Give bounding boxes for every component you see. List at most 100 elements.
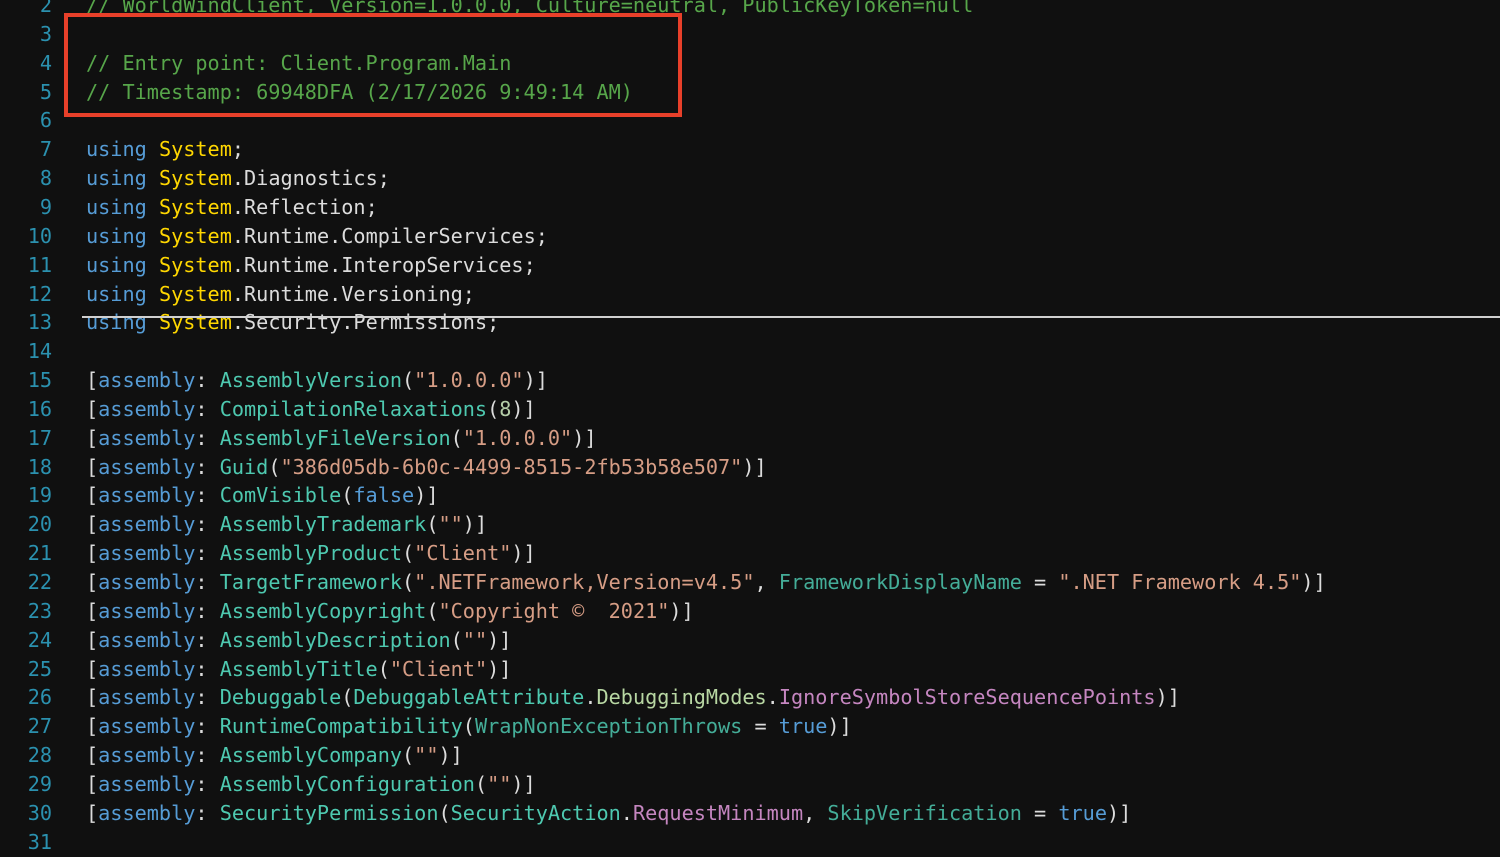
code-token: using [86, 310, 147, 335]
code-token: AssemblyConfiguration [219, 771, 475, 796]
code-token: = [1021, 570, 1059, 594]
code-token: using [86, 194, 147, 219]
code-line[interactable]: 28 [assembly: AssemblyCompany("")] [0, 741, 1500, 770]
code-token: assembly [98, 541, 196, 566]
code-line[interactable]: 10 using System.Runtime.CompilerServices; [0, 222, 1500, 251]
code-text: using System.Reflection; [86, 193, 378, 222]
code-token: SecurityPermission [219, 800, 439, 825]
line-number: 22 [27, 570, 52, 594]
code-token: using [86, 281, 147, 306]
code-token: : [195, 454, 220, 479]
line-number: 18 [27, 454, 52, 479]
code-token: .Diagnostics; [231, 166, 390, 191]
line-number: 20 [27, 512, 52, 537]
code-line[interactable]: 29 [assembly: AssemblyConfiguration("")] [0, 770, 1500, 799]
code-token: : [195, 627, 220, 652]
code-token: : [195, 368, 220, 393]
code-text: [assembly: SecurityPermission(SecurityAc… [86, 799, 1131, 828]
code-token: [ [86, 454, 99, 479]
code-line[interactable]: 15 [assembly: AssemblyVersion("1.0.0.0")] [0, 366, 1500, 395]
line-number: 16 [27, 396, 52, 421]
code-token: )] [523, 368, 548, 393]
code-token: FrameworkDisplayName [778, 570, 1022, 594]
code-text: [assembly: AssemblyCopyright("Copyright … [86, 597, 694, 626]
line-number: 14 [27, 339, 52, 364]
code-line[interactable]: 25 [assembly: AssemblyTitle("Client")] [0, 655, 1500, 684]
code-token: AssemblyFileVersion [219, 425, 451, 450]
code-token: ( [426, 512, 439, 537]
code-line[interactable]: 17 [assembly: AssemblyFileVersion("1.0.0.… [0, 424, 1500, 453]
line-number: 24 [27, 627, 52, 652]
code-token: IgnoreSymbolStoreSequencePoints [778, 685, 1156, 710]
code-line[interactable]: 9 using System.Reflection; [0, 193, 1500, 222]
code-line[interactable]: 23 [assembly: AssemblyCopyright("Copyrigh… [0, 597, 1500, 626]
code-token: [ [86, 425, 99, 450]
code-line[interactable]: 27 [assembly: RuntimeCompatibility(WrapNo… [0, 712, 1500, 741]
code-text: [assembly: AssemblyTrademark("")] [86, 510, 487, 539]
code-line[interactable]: 11 using System.Runtime.InteropServices; [0, 251, 1500, 280]
code-line[interactable]: 16 [assembly: CompilationRelaxations(8)] [0, 395, 1500, 424]
code-token: .Runtime.InteropServices; [231, 252, 536, 277]
code-line[interactable]: 13 using System.Security.Permissions; [0, 308, 1500, 337]
code-token: 8 [499, 396, 512, 421]
code-token: ( [487, 396, 500, 421]
code-token: , [803, 800, 828, 825]
code-line[interactable]: 8 using System.Diagnostics; [0, 164, 1500, 193]
code-token: . [766, 685, 779, 710]
code-token: )] [414, 483, 439, 508]
code-token: = [742, 714, 779, 739]
code-line[interactable]: 7 using System; [0, 135, 1500, 164]
line-number: 30 [27, 800, 52, 825]
code-token: : [195, 396, 220, 421]
code-text: [assembly: RuntimeCompatibility(WrapNonE… [86, 712, 852, 741]
code-text: [assembly: AssemblyVersion("1.0.0.0")] [86, 366, 548, 395]
code-token: )] [438, 743, 463, 768]
code-token: assembly [98, 714, 196, 739]
code-token: AssemblyDescription [219, 627, 451, 652]
code-text: using System.Diagnostics; [86, 164, 390, 193]
code-line[interactable]: 22 [assembly: TargetFramework(".NETFramew… [0, 568, 1500, 597]
code-line[interactable]: 30 [assembly: SecurityPermission(Security… [0, 799, 1500, 828]
line-number: 6 [39, 108, 52, 133]
code-editor[interactable]: 31 30 [assembly: SecurityPermission(Securi… [0, 0, 1500, 854]
code-token: [ [86, 743, 99, 768]
code-token: AssemblyCompany [219, 743, 403, 768]
code-token: assembly [98, 454, 196, 479]
code-token: "386d05db-6b0c-4499-8515-2fb53b58e507" [280, 454, 743, 479]
code-token: assembly [98, 627, 196, 652]
line-number: 13 [27, 310, 52, 335]
code-token: AssemblyCopyright [219, 598, 427, 623]
code-token: )] [827, 714, 852, 739]
code-token: = [1021, 800, 1059, 825]
code-token: )] [1106, 800, 1132, 825]
section-divider [82, 316, 1500, 318]
code-line[interactable]: 18 [assembly: Guid("386d05db-6b0c-4499-85… [0, 453, 1500, 482]
code-line[interactable]: 26 [assembly: Debuggable(DebuggableAttrib… [0, 683, 1500, 712]
code-token: DebuggableAttribute [353, 685, 585, 710]
code-token: ( [402, 541, 415, 566]
code-token: )] [669, 598, 694, 623]
code-line[interactable]: 14 [0, 337, 1500, 366]
code-token: AssemblyTrademark [219, 512, 427, 537]
code-line[interactable]: 21 [assembly: AssemblyProduct("Client")] [0, 539, 1500, 568]
code-token: )] [1301, 570, 1326, 594]
code-token: : [195, 685, 220, 710]
code-line[interactable]: 20 [assembly: AssemblyTrademark("")] [0, 510, 1500, 539]
code-token: : [195, 743, 220, 768]
code-token: System [158, 137, 232, 162]
code-token: ( [377, 656, 390, 681]
code-line[interactable]: 12 using System.Runtime.Versioning; [0, 280, 1500, 309]
code-token: AssemblyVersion [219, 368, 403, 393]
code-token: WrapNonExceptionThrows [474, 714, 743, 739]
code-token: ( [450, 627, 463, 652]
code-token: )] [511, 396, 536, 421]
code-line[interactable]: 19 [assembly: ComVisible(false)] [0, 481, 1500, 510]
code-line[interactable]: 31 [0, 828, 1500, 857]
code-line[interactable]: 24 [assembly: AssemblyDescription("")] [0, 626, 1500, 655]
code-token: "" [462, 627, 488, 652]
